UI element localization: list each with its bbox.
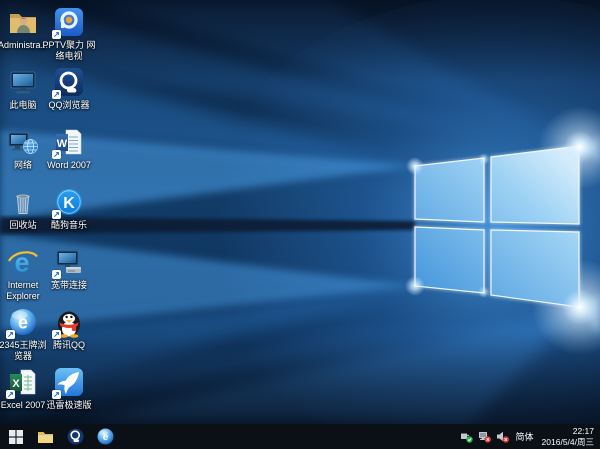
desktop-icon-label: 此电脑 [9,100,36,111]
network-disconnected-icon[interactable] [478,430,491,443]
svg-text:e: e [18,313,28,333]
qq-browser-icon [67,428,84,445]
desktop-icon-label: 腾讯QQ [53,340,85,351]
usb-safely-remove-icon[interactable] [460,430,473,443]
2345-browser-taskbar-button[interactable]: e [97,424,114,449]
shortcut-arrow-icon: ↗ [52,210,61,219]
start-button[interactable] [9,424,23,449]
desktop-icon-label: 宽带连接 [51,280,87,291]
folder-icon [37,429,54,445]
desktop-icon-label: 网络 [14,160,32,171]
desktop-icon-label: 酷狗音乐 [51,220,87,231]
svg-text:K: K [63,195,75,212]
file-explorer-button[interactable] [37,424,54,449]
desktop-icon-label: Word 2007 [47,160,91,171]
clock-date: 2016/5/4/周三 [542,437,594,448]
recycle-bin-icon [7,186,39,218]
desktop-icon-label: PPTV聚力 网 络电视 [42,40,95,62]
system-tray: 简体 22:17 2016/5/4/周三 [455,426,594,447]
taskbar-clock[interactable]: 22:17 2016/5/4/周三 [542,426,594,447]
internet-explorer-icon: e [7,246,39,278]
shortcut-arrow-icon: ↗ [52,150,61,159]
desktop-icon-pptv[interactable]: ↗ PPTV聚力 网 络电视 [37,6,101,66]
network-icon [7,126,39,158]
2345-browser-icon: e [97,428,114,445]
shortcut-arrow-icon: ↗ [52,270,61,279]
desktop-icon-column-2: ↗ PPTV聚力 网 络电视 ↗ QQ浏览器 W ↗ [37,6,101,424]
svg-text:e: e [103,432,109,443]
input-method-indicator[interactable]: 简体 [516,430,534,443]
shortcut-arrow-icon: ↗ [6,330,15,339]
desktop-icon-label: 回收站 [9,220,36,231]
windows-logo-icon [9,430,23,444]
desktop-icon-broadband[interactable]: ↗ 宽带连接 [37,246,101,306]
desktop-icon-label: 迅雷极速版 [46,400,91,411]
desktop-surface[interactable]: Administra... 此电脑 [0,0,600,424]
desktop-icon-label: QQ浏览器 [48,100,89,111]
desktop-icon-thunder[interactable]: ↗ 迅雷极速版 [37,366,101,424]
windows10-desktop: Administra... 此电脑 [0,0,600,449]
desktop-icon-word-2007[interactable]: W ↗ Word 2007 [37,126,101,186]
desktop-icon-label: Internet Explorer [6,280,40,302]
administrator-folder-icon [7,6,39,38]
shortcut-arrow-icon: ↗ [52,330,61,339]
desktop-icon-qq-browser[interactable]: ↗ QQ浏览器 [37,66,101,126]
qq-browser-taskbar-button[interactable] [67,424,84,449]
this-pc-icon [7,66,39,98]
desktop-icon-tencent-qq[interactable]: ↗ 腾讯QQ [37,306,101,366]
shortcut-arrow-icon: ↗ [52,390,61,399]
clock-time: 22:17 [573,426,594,437]
shortcut-arrow-icon: ↗ [52,90,61,99]
volume-muted-icon[interactable] [496,430,509,443]
svg-text:W: W [57,138,68,150]
taskbar: e [0,424,600,449]
svg-text:X: X [12,378,20,390]
shortcut-arrow-icon: ↗ [6,390,15,399]
desktop-icon-kugou-music[interactable]: K ↗ 酷狗音乐 [37,186,101,246]
shortcut-arrow-icon: ↗ [52,30,61,39]
